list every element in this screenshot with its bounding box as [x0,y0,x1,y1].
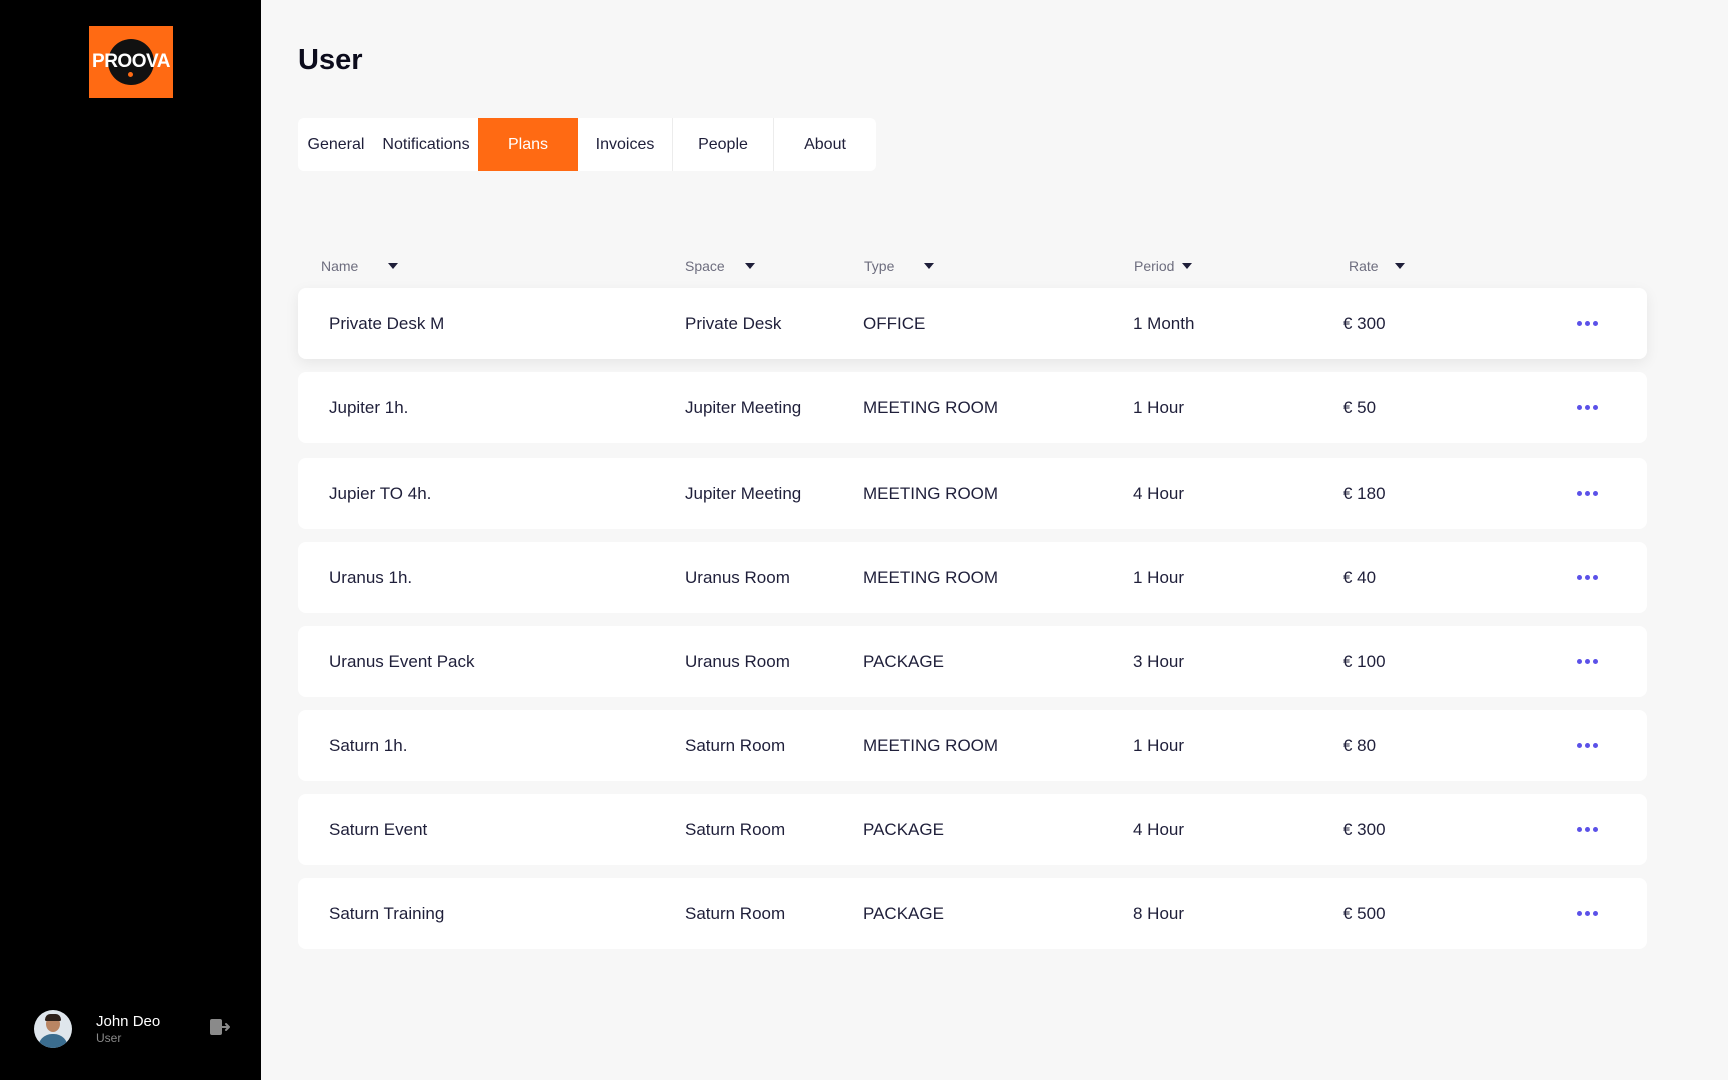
cell-period: 4 Hour [1133,819,1185,839]
cell-rate: € 500 [1343,903,1386,923]
cell-rate: € 300 [1343,819,1386,839]
brand-logo[interactable]: PROOVA [89,26,173,98]
table-row[interactable]: Private Desk M Private Desk OFFICE 1 Mon… [298,288,1647,359]
more-options-icon[interactable] [1572,288,1602,359]
table-row[interactable]: Saturn Event Saturn Room PACKAGE 4 Hour … [298,794,1647,865]
more-options-icon[interactable] [1572,626,1602,697]
cell-period: 1 Hour [1133,397,1185,417]
cell-type: MEETING ROOM [863,567,999,587]
table-row[interactable]: Saturn Training Saturn Room PACKAGE 8 Ho… [298,878,1647,949]
cell-type: OFFICE [863,313,926,333]
cell-rate: € 40 [1343,567,1377,587]
cell-space: Saturn Room [685,735,786,755]
sort-caret-icon[interactable] [1182,263,1193,269]
cell-name: Private Desk M [329,313,445,333]
cell-rate: € 300 [1343,313,1386,333]
cell-space: Saturn Room [685,903,786,923]
cell-space: Uranus Room [685,651,790,671]
avatar[interactable] [34,1010,72,1048]
cell-period: 1 Month [1133,313,1195,333]
sort-caret-icon[interactable] [924,263,935,269]
logo-text: PROOVA [92,51,170,72]
user-role: User [96,1031,122,1045]
logout-icon[interactable] [209,1017,231,1037]
column-header-space[interactable]: Space [685,258,755,274]
tab-plans[interactable]: Plans [478,118,578,171]
more-options-icon[interactable] [1572,542,1602,613]
user-profile[interactable]: John Deo User [34,1010,234,1052]
cell-rate: € 100 [1343,651,1386,671]
cell-type: MEETING ROOM [863,735,999,755]
tab-bar: General Notifications Plans Invoices Peo… [298,118,876,171]
more-options-icon[interactable] [1572,372,1602,443]
cell-space: Uranus Room [685,567,790,587]
more-options-icon[interactable] [1572,878,1602,949]
cell-name: Uranus Event Pack [329,651,475,671]
table-row[interactable]: Uranus 1h. Uranus Room MEETING ROOM 1 Ho… [298,542,1647,613]
column-header-label: Type [864,258,895,274]
more-options-icon[interactable] [1572,794,1602,865]
cell-name: Jupiter 1h. [329,397,409,417]
column-header-label: Period [1134,258,1175,274]
cell-type: PACKAGE [863,903,944,923]
sort-caret-icon[interactable] [388,263,399,269]
cell-space: Saturn Room [685,819,786,839]
cell-name: Saturn Event [329,819,428,839]
cell-period: 3 Hour [1133,651,1185,671]
cell-type: PACKAGE [863,819,944,839]
cell-rate: € 180 [1343,483,1386,503]
page-title: User [298,44,363,76]
cell-type: PACKAGE [863,651,944,671]
more-options-icon[interactable] [1572,710,1602,781]
table-row[interactable]: Jupier TO 4h. Jupiter Meeting MEETING RO… [298,458,1647,529]
tab-general[interactable]: General [298,118,374,171]
tab-notifications[interactable]: Notifications [374,118,478,171]
column-header-period[interactable]: Period [1134,258,1193,274]
column-header-label: Rate [1349,258,1379,274]
column-header-label: Name [321,258,359,274]
cell-type: MEETING ROOM [863,397,999,417]
cell-name: Saturn 1h. [329,735,408,755]
sort-caret-icon[interactable] [744,263,755,269]
cell-period: 4 Hour [1133,483,1185,503]
cell-name: Saturn Training [329,903,445,923]
cell-rate: € 50 [1343,397,1377,417]
user-name: John Deo [96,1013,161,1030]
table-row[interactable]: Saturn 1h. Saturn Room MEETING ROOM 1 Ho… [298,710,1647,781]
cell-space: Jupiter Meeting [685,483,802,503]
cell-name: Jupier TO 4h. [329,483,432,503]
column-header-rate[interactable]: Rate [1349,258,1405,274]
table-row[interactable]: Uranus Event Pack Uranus Room PACKAGE 3 … [298,626,1647,697]
cell-name: Uranus 1h. [329,567,413,587]
more-options-icon[interactable] [1572,458,1602,529]
cell-space: Jupiter Meeting [685,397,802,417]
table-row[interactable]: Jupiter 1h. Jupiter Meeting MEETING ROOM… [298,372,1647,443]
cell-type: MEETING ROOM [863,483,999,503]
tab-people[interactable]: People [672,118,773,171]
tab-about[interactable]: About [773,118,876,171]
cell-period: 1 Hour [1133,567,1185,587]
cell-rate: € 80 [1343,735,1377,755]
sort-caret-icon[interactable] [1394,263,1405,269]
column-header-label: Space [685,258,725,274]
tab-invoices[interactable]: Invoices [578,118,672,171]
column-header-name[interactable]: Name [321,258,399,274]
cell-period: 8 Hour [1133,903,1185,923]
sidebar: PROOVA John Deo User [0,0,261,1080]
cell-period: 1 Hour [1133,735,1185,755]
cell-space: Private Desk [685,313,782,333]
column-header-type[interactable]: Type [864,258,935,274]
